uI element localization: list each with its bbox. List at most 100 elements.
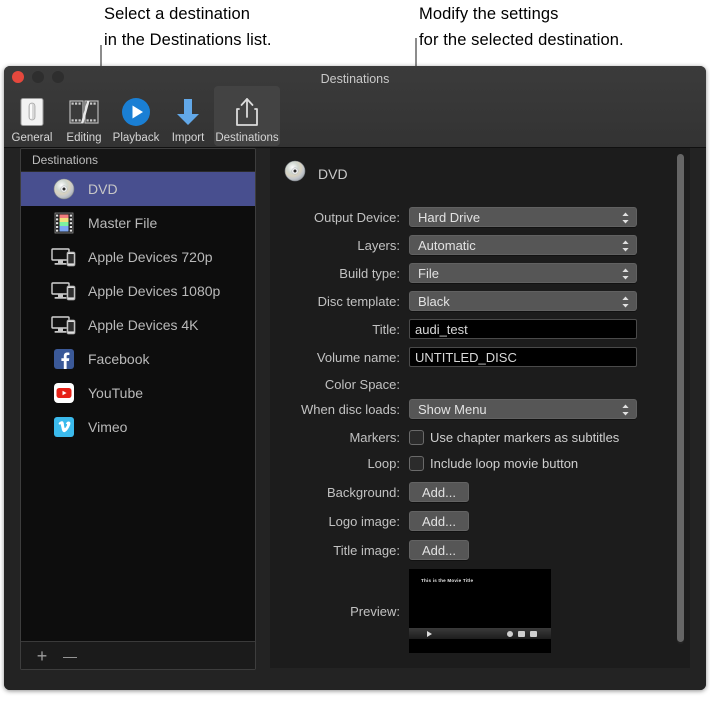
loop-checkbox[interactable] (409, 456, 424, 471)
preview-play-icon (427, 631, 432, 637)
field-preview-label: Preview: (270, 604, 409, 619)
preview-subtitles-icon (518, 631, 525, 637)
loop-checkbox-label: Include loop movie button (430, 456, 578, 471)
title-input[interactable]: audi_test (409, 319, 637, 339)
vimeo-icon (51, 415, 77, 439)
apple-devices-icon (51, 313, 77, 337)
field-loop: Loop: Include loop movie button (270, 456, 690, 471)
add-destination-button[interactable]: + (31, 645, 53, 667)
preview-controls (507, 631, 537, 637)
field-disc-template-label: Disc template: (270, 294, 409, 309)
field-layers: Layers: Automatic (270, 235, 690, 255)
when-disc-loads-value: Show Menu (418, 402, 487, 417)
toolbar-item-import-label: Import (172, 132, 205, 144)
sidebar-item-apple-devices-720p[interactable]: Apple Devices 720p (21, 240, 255, 274)
preview-transport-bar (409, 628, 551, 639)
disc-template-select[interactable]: Black (409, 291, 637, 311)
destinations-list: DVD (21, 172, 255, 444)
remove-destination-button[interactable]: — (59, 645, 81, 667)
sidebar-item-dvd-label: DVD (88, 181, 118, 197)
markers-checkbox[interactable] (409, 430, 424, 445)
when-disc-loads-select[interactable]: Show Menu (409, 399, 637, 419)
output-device-value: Hard Drive (418, 210, 480, 225)
build-type-select[interactable]: File (409, 263, 637, 283)
sidebar-item-apple-devices-4k[interactable]: Apple Devices 4K (21, 308, 255, 342)
field-output-device: Output Device: Hard Drive (270, 207, 690, 227)
toolbar-item-destinations[interactable]: Destinations (214, 86, 280, 146)
dvd-disc-icon (51, 177, 77, 201)
field-title: Title: audi_test (270, 319, 690, 339)
sidebar-item-vimeo-label: Vimeo (88, 419, 127, 435)
field-background-label: Background: (270, 485, 409, 500)
field-title-label: Title: (270, 322, 409, 337)
sidebar-item-apple-devices-4k-label: Apple Devices 4K (88, 317, 199, 333)
preview-settings-icon (507, 631, 513, 637)
field-output-device-label: Output Device: (270, 210, 409, 225)
chevron-updown-icon (621, 400, 630, 420)
sidebar-item-youtube-label: YouTube (88, 385, 143, 401)
chevron-updown-icon (621, 264, 630, 284)
field-when-disc-loads-label: When disc loads: (270, 402, 409, 417)
callout-left-text: Select a destination in the Destinations… (104, 1, 434, 53)
layers-select[interactable]: Automatic (409, 235, 637, 255)
sidebar-item-master-file-label: Master File (88, 215, 157, 231)
markers-checkbox-label: Use chapter markers as subtitles (430, 430, 619, 445)
toolbar-item-playback-label: Playback (113, 132, 160, 144)
preview-thumbnail[interactable]: This is the Movie Title (409, 569, 551, 653)
toolbar-item-general-label: General (12, 132, 53, 144)
sidebar-item-master-file[interactable]: Master File (21, 206, 255, 240)
field-background: Background: Add... (270, 482, 690, 502)
toolbar-item-general[interactable]: General (6, 86, 58, 146)
preferences-toolbar: General (6, 86, 280, 146)
sidebar-item-facebook-label: Facebook (88, 351, 149, 367)
chevron-updown-icon (621, 236, 630, 256)
disc-template-value: Black (418, 294, 450, 309)
general-icon (18, 94, 46, 130)
sidebar-item-vimeo[interactable]: Vimeo (21, 410, 255, 444)
logo-image-add-button[interactable]: Add... (409, 511, 469, 531)
window-titlebar: Destinations General (4, 66, 706, 148)
callout-right-text: Modify the settings for the selected des… (419, 1, 710, 53)
field-logo-image: Logo image: Add... (270, 511, 690, 531)
field-disc-template: Disc template: Black (270, 291, 690, 311)
sidebar-item-youtube[interactable]: YouTube (21, 376, 255, 410)
sidebar-header-label: Destinations (21, 149, 255, 172)
background-add-button[interactable]: Add... (409, 482, 469, 502)
settings-scrollbar-thumb[interactable] (677, 154, 684, 642)
field-title-image: Title image: Add... (270, 540, 690, 560)
field-when-disc-loads: When disc loads: Show Menu (270, 399, 690, 419)
film-strip-icon (51, 211, 77, 235)
destinations-sidebar: Destinations (20, 148, 256, 670)
field-volume-name-label: Volume name: (270, 350, 409, 365)
toolbar-item-editing[interactable]: Editing (58, 86, 110, 146)
layers-value: Automatic (418, 238, 476, 253)
apple-devices-icon (51, 279, 77, 303)
field-color-space-label: Color Space: (270, 377, 409, 392)
toolbar-item-import[interactable]: Import (162, 86, 214, 146)
sidebar-item-apple-devices-1080p-label: Apple Devices 1080p (88, 283, 220, 299)
dvd-disc-icon (284, 160, 306, 187)
output-device-select[interactable]: Hard Drive (409, 207, 637, 227)
field-build-type: Build type: File (270, 263, 690, 283)
toolbar-item-destinations-label: Destinations (215, 132, 278, 144)
field-loop-label: Loop: (270, 456, 409, 471)
field-markers: Markers: Use chapter markers as subtitle… (270, 430, 690, 445)
volume-name-input[interactable]: UNTITLED_DISC (409, 347, 637, 367)
sidebar-item-dvd[interactable]: DVD (21, 172, 255, 206)
settings-form: Output Device: Hard Drive Layers: (270, 187, 690, 653)
toolbar-item-playback[interactable]: Playback (110, 86, 162, 146)
playback-icon (120, 94, 152, 130)
toolbar-item-editing-label: Editing (66, 132, 101, 144)
preferences-window: Destinations General (4, 66, 706, 690)
destinations-icon (233, 94, 261, 130)
field-logo-image-label: Logo image: (270, 514, 409, 529)
sidebar-item-facebook[interactable]: Facebook (21, 342, 255, 376)
settings-scrollbar[interactable] (677, 154, 684, 644)
destination-settings-panel: DVD Output Device: Hard Drive (270, 148, 690, 668)
field-color-space: Color Space: (270, 377, 690, 392)
chevron-updown-icon (621, 208, 630, 228)
title-image-add-button[interactable]: Add... (409, 540, 469, 560)
sidebar-item-apple-devices-1080p[interactable]: Apple Devices 1080p (21, 274, 255, 308)
sidebar-footer: + — (21, 641, 256, 669)
preview-chapters-icon (530, 631, 537, 637)
